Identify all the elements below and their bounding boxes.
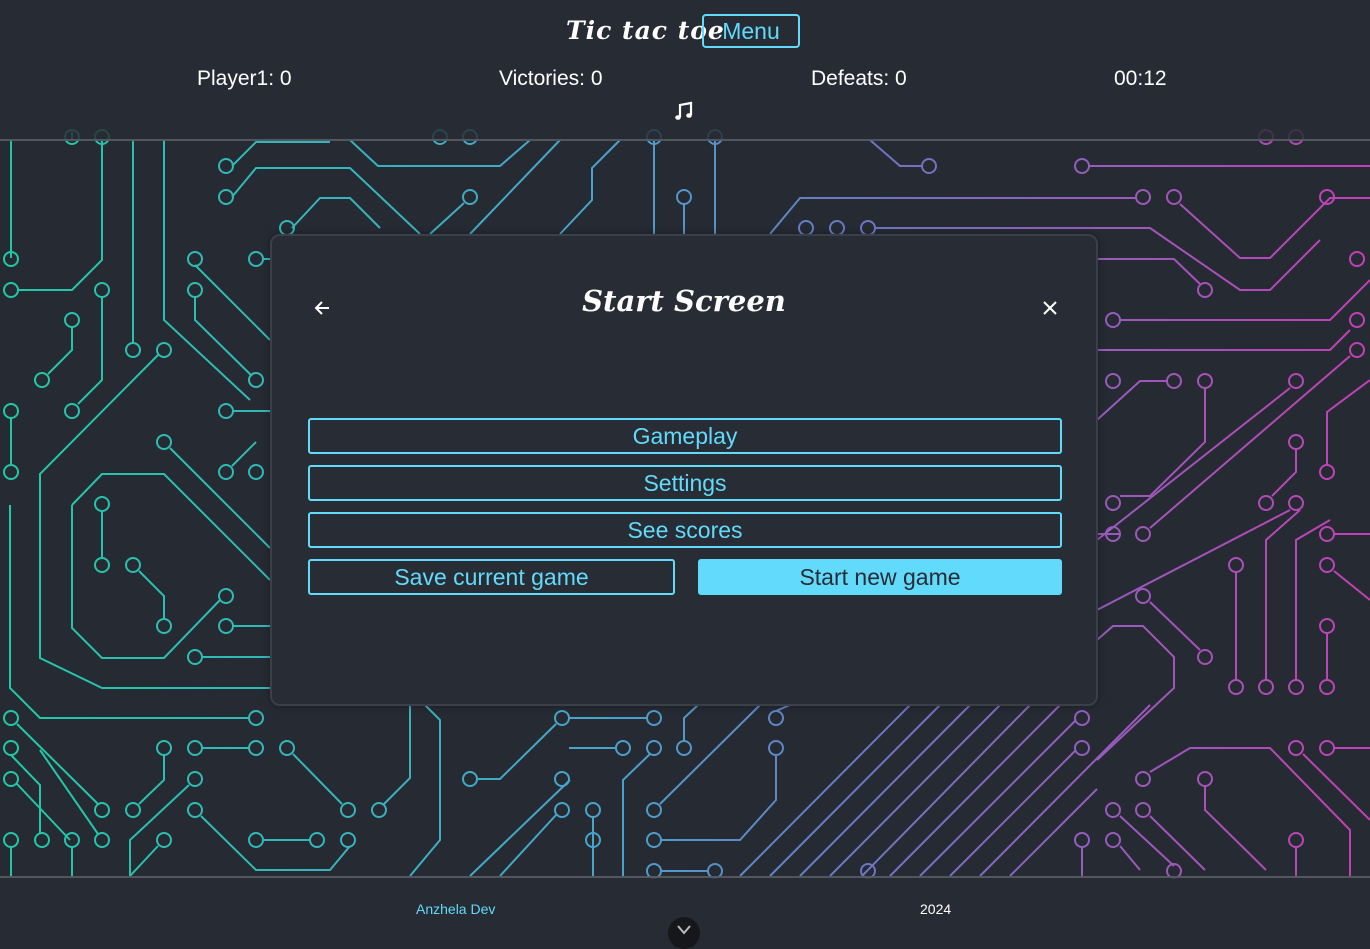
top-bar: Tic tac toe Menu Player1: 0 Victories: 0…	[0, 0, 1370, 141]
menu-button[interactable]: Menu	[702, 14, 800, 48]
see-scores-button[interactable]: See scores	[308, 512, 1062, 548]
gameplay-button[interactable]: Gameplay	[308, 418, 1062, 454]
footer: Anzhela Dev 2024	[0, 876, 1370, 949]
app-title: Tic tac toe	[566, 16, 725, 45]
footer-year: 2024	[920, 901, 952, 917]
modal-title: Start Screen	[582, 284, 786, 318]
chevron-down-icon[interactable]	[668, 917, 700, 949]
music-note-icon[interactable]	[672, 99, 696, 123]
player-score: Player1: 0	[197, 67, 292, 90]
title-row: Tic tac toe Menu	[0, 14, 1370, 50]
author-link[interactable]: Anzhela Dev	[416, 901, 495, 917]
defeats-count: Defeats: 0	[811, 67, 907, 90]
save-game-button[interactable]: Save current game	[308, 559, 675, 595]
start-screen-modal: Start Screen Gameplay Settings See score…	[270, 234, 1098, 706]
victories-count: Victories: 0	[499, 67, 603, 90]
start-new-game-button[interactable]: Start new game	[698, 559, 1062, 595]
settings-button[interactable]: Settings	[308, 465, 1062, 501]
close-icon[interactable]	[1036, 294, 1064, 322]
game-timer: 00:12	[1114, 67, 1167, 90]
